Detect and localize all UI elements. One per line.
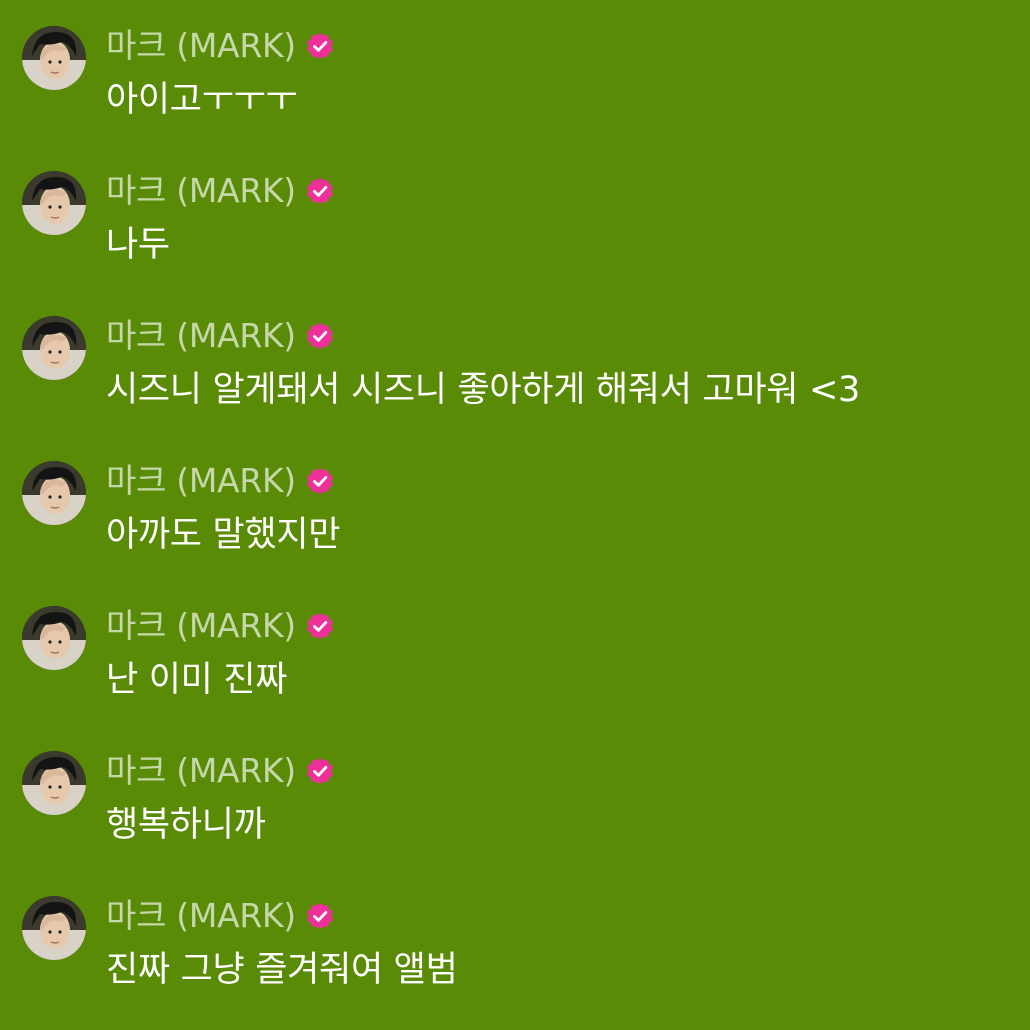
sender-row: 마크 (MARK) bbox=[106, 24, 336, 68]
avatar-photo bbox=[22, 26, 86, 90]
verified-check-icon bbox=[306, 757, 333, 785]
verified-check-icon bbox=[306, 32, 333, 60]
avatar[interactable] bbox=[22, 461, 86, 525]
sender-name[interactable]: 마크 (MARK) bbox=[106, 314, 296, 358]
avatar-photo bbox=[22, 751, 86, 815]
sender-name[interactable]: 마크 (MARK) bbox=[106, 169, 296, 213]
avatar[interactable] bbox=[22, 26, 86, 90]
sender-row: 마크 (MARK) bbox=[106, 169, 336, 213]
avatar-photo bbox=[22, 896, 86, 960]
verified-check-icon bbox=[306, 322, 333, 350]
verified-check-icon bbox=[306, 902, 333, 930]
chat-message: 마크 (MARK) 행복하니까 bbox=[0, 725, 1030, 865]
sender-row: 마크 (MARK) bbox=[106, 749, 336, 793]
chat-message: 마크 (MARK) 아이고ㅜㅜㅜ bbox=[0, 0, 1030, 140]
avatar-photo bbox=[22, 606, 86, 670]
message-text: 행복하니까 bbox=[106, 805, 266, 845]
message-text: 아까도 말했지만 bbox=[106, 515, 341, 555]
chat-message: 마크 (MARK) 아까도 말했지만 bbox=[0, 435, 1030, 575]
message-text: 나두 bbox=[106, 225, 170, 265]
sender-name[interactable]: 마크 (MARK) bbox=[106, 24, 296, 68]
sender-row: 마크 (MARK) bbox=[106, 459, 336, 503]
sender-name[interactable]: 마크 (MARK) bbox=[106, 749, 296, 793]
chat-message-list: 마크 (MARK) 아이고ㅜㅜㅜ 마크 (MARK) 나두 마크 (MARK) … bbox=[0, 0, 1030, 1030]
sender-name[interactable]: 마크 (MARK) bbox=[106, 459, 296, 503]
chat-message: 마크 (MARK) 시즈니 알게돼서 시즈니 좋아하게 해줘서 고마워 <3 bbox=[0, 290, 1030, 430]
verified-check-icon bbox=[306, 467, 333, 495]
sender-row: 마크 (MARK) bbox=[106, 894, 336, 938]
avatar-photo bbox=[22, 171, 86, 235]
chat-message: 마크 (MARK) 진짜 그냥 즐겨줘여 앨범 bbox=[0, 870, 1030, 1010]
avatar[interactable] bbox=[22, 316, 86, 380]
sender-row: 마크 (MARK) bbox=[106, 604, 336, 648]
sender-row: 마크 (MARK) bbox=[106, 314, 336, 358]
sender-name[interactable]: 마크 (MARK) bbox=[106, 894, 296, 938]
verified-check-icon bbox=[306, 177, 333, 205]
message-text: 진짜 그냥 즐겨줘여 앨범 bbox=[106, 950, 458, 990]
message-text: 아이고ㅜㅜㅜ bbox=[106, 80, 298, 120]
avatar[interactable] bbox=[22, 606, 86, 670]
avatar[interactable] bbox=[22, 751, 86, 815]
chat-message: 마크 (MARK) 나두 bbox=[0, 145, 1030, 285]
avatar-photo bbox=[22, 316, 86, 380]
avatar[interactable] bbox=[22, 896, 86, 960]
avatar[interactable] bbox=[22, 171, 86, 235]
avatar-photo bbox=[22, 461, 86, 525]
verified-check-icon bbox=[306, 612, 333, 640]
message-text: 난 이미 진짜 bbox=[106, 660, 288, 700]
sender-name[interactable]: 마크 (MARK) bbox=[106, 604, 296, 648]
chat-message: 마크 (MARK) 난 이미 진짜 bbox=[0, 580, 1030, 720]
message-text: 시즈니 알게돼서 시즈니 좋아하게 해줘서 고마워 <3 bbox=[106, 370, 860, 410]
